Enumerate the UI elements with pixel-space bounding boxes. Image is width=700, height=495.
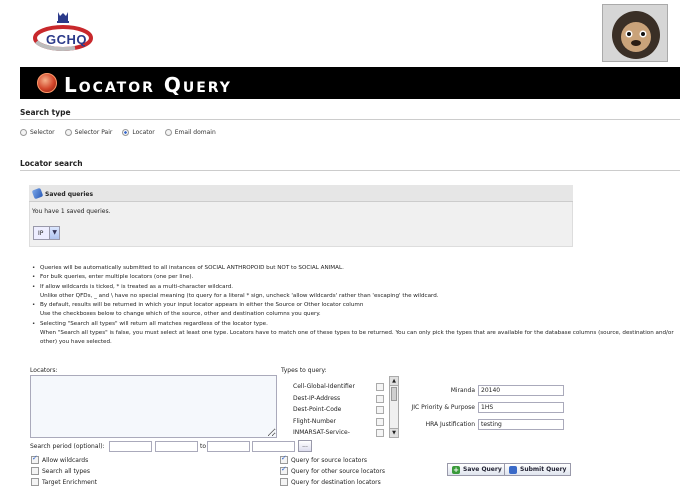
option-label: Query for source locators — [291, 456, 368, 464]
option-label: Query for other source locators — [291, 467, 385, 475]
type-checkboxes — [376, 383, 384, 441]
scroll-down-icon[interactable]: ▼ — [390, 428, 398, 437]
locators-label: Locators: — [30, 367, 58, 374]
button-label: Submit Query — [520, 466, 567, 473]
plus-icon: + — [452, 465, 460, 474]
note-subtext: Unlike other QFDs, _ and \ have no speci… — [40, 292, 439, 299]
hra-label: HRA Justification — [425, 421, 475, 428]
checkbox[interactable] — [31, 478, 39, 486]
type-item[interactable]: Flight-Number — [293, 416, 355, 428]
miranda-input[interactable]: 20140 — [478, 385, 564, 396]
divider — [20, 119, 680, 120]
checkbox[interactable] — [31, 454, 39, 464]
saved-query-select[interactable]: IP ▼ — [33, 226, 60, 240]
date-picker-button[interactable]: ... — [298, 440, 312, 452]
checkbox[interactable] — [31, 467, 39, 475]
hra-input[interactable]: testing — [478, 419, 564, 430]
saved-queries-title: Saved queries — [45, 191, 94, 198]
logo-text: GCHQ — [46, 32, 87, 47]
saved-queries-header — [29, 185, 573, 202]
jic-label: JIC Priority & Purpose — [411, 404, 475, 411]
type-checkbox[interactable] — [376, 406, 384, 415]
help-notes: Queries will be automatically submitted … — [32, 264, 682, 348]
period-to-date[interactable] — [207, 441, 250, 452]
scroll-up-icon[interactable]: ▲ — [390, 377, 398, 386]
save-query-button[interactable]: + Save Query — [447, 463, 507, 476]
types-label: Types to query: — [281, 367, 327, 374]
radio-circle[interactable] — [20, 129, 27, 136]
radio-locator[interactable]: Locator — [122, 129, 155, 136]
query-other-option[interactable]: Query for other source locators — [280, 465, 385, 475]
types-list: Cell-Global-Identifier Dest-IP-Address D… — [293, 381, 355, 439]
search-type-options: Selector Selector Pair Locator Email dom… — [20, 129, 216, 136]
note-subtext: Use the checkboxes below to change which… — [40, 311, 321, 318]
period-to-label: to — [200, 443, 207, 450]
allow-wildcards-option[interactable]: Allow wildcards — [31, 454, 89, 464]
type-checkbox[interactable] — [376, 394, 384, 403]
radio-selector-pair[interactable]: Selector Pair — [64, 129, 112, 136]
note-item: For bulk queries, enter multiple locator… — [32, 273, 682, 283]
submit-query-button[interactable]: Submit Query — [504, 463, 572, 476]
radio-email-domain[interactable]: Email domain — [164, 129, 216, 136]
note-item: Queries will be automatically submitted … — [32, 264, 682, 274]
query-destination-option[interactable]: Query for destination locators — [280, 478, 381, 486]
checkbox[interactable] — [280, 478, 288, 486]
saved-query-value: IP — [38, 229, 44, 237]
type-checkbox[interactable] — [376, 383, 384, 391]
radio-circle[interactable] — [122, 129, 130, 136]
query-source-option[interactable]: Query for source locators — [280, 454, 368, 464]
option-label: Allow wildcards — [42, 456, 89, 464]
period-from-time[interactable] — [155, 441, 198, 452]
page-title: Locator Query — [64, 73, 232, 97]
type-item[interactable]: Cell-Global-Identifier — [293, 381, 355, 393]
type-checkbox[interactable] — [376, 429, 384, 438]
note-item: Selecting "Search all types" will return… — [32, 320, 682, 330]
jic-input[interactable]: 1HS — [478, 402, 564, 413]
checkbox[interactable] — [280, 454, 288, 464]
button-label: Save Query — [463, 466, 502, 473]
miranda-label: Miranda — [450, 387, 475, 394]
type-item[interactable]: INMARSAT-Service- — [293, 427, 355, 439]
chevron-down-icon[interactable]: ▼ — [49, 227, 59, 239]
period-from-date[interactable] — [109, 441, 152, 452]
search-icon — [509, 465, 517, 474]
type-item[interactable]: Dest-Point-Code — [293, 404, 355, 416]
period-to-time[interactable] — [252, 441, 295, 452]
type-checkbox[interactable] — [376, 417, 384, 426]
search-type-heading: Search type — [20, 108, 71, 117]
note-item: If allow wildcards is ticked, * is treat… — [32, 283, 682, 293]
query-icon — [37, 73, 57, 93]
note-subtext: When "Search all types" is false, you mu… — [40, 330, 674, 346]
option-label: Search all types — [42, 467, 90, 475]
saved-queries-count: You have 1 saved queries. — [32, 208, 111, 215]
avatar — [602, 4, 668, 62]
type-item[interactable]: Dest-IP-Address — [293, 393, 355, 405]
period-label: Search period (optional): — [30, 443, 105, 450]
target-enrichment-option[interactable]: Target Enrichment — [31, 478, 97, 486]
note-item: By default, results will be returned in … — [32, 301, 682, 311]
radio-selector[interactable]: Selector — [20, 129, 55, 136]
radio-circle[interactable] — [164, 129, 172, 136]
divider — [20, 170, 680, 171]
checkbox[interactable] — [280, 465, 288, 475]
option-label: Query for destination locators — [291, 478, 381, 486]
option-label: Target Enrichment — [42, 478, 97, 486]
locators-textarea[interactable] — [30, 375, 277, 438]
locator-search-heading: Locator search — [20, 159, 83, 168]
search-all-types-option[interactable]: Search all types — [31, 467, 90, 475]
radio-circle[interactable] — [64, 129, 72, 136]
